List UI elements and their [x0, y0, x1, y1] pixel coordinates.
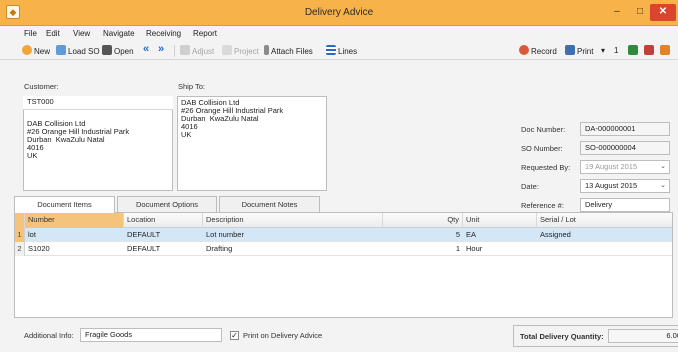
items-grid: Number Location Description Qty Unit Ser…	[14, 212, 673, 318]
date-label: Date:	[521, 182, 539, 191]
project-button[interactable]: Project	[222, 45, 259, 57]
project-icon	[222, 45, 232, 55]
chevron-down-icon[interactable]: ⌄	[660, 180, 666, 192]
menu-bar: File Edit View Navigate Receiving Report	[0, 26, 678, 42]
cell-number[interactable]: S1020	[25, 242, 124, 256]
previous-button[interactable]: «	[143, 43, 149, 55]
menu-report[interactable]: Report	[193, 29, 217, 38]
next-button[interactable]: »	[158, 43, 164, 55]
column-location[interactable]: Location	[124, 213, 203, 228]
paperclip-icon	[264, 45, 269, 55]
reference-label: Reference #:	[521, 201, 564, 210]
excel-icon	[628, 45, 638, 55]
cell-serial-lot[interactable]: Assigned	[537, 228, 672, 242]
date-field[interactable]: 13 August 2015 ⌄	[580, 179, 670, 193]
grid-header: Number Location Description Qty Unit Ser…	[15, 213, 672, 228]
record-icon	[519, 45, 529, 55]
additional-info-label: Additional Info:	[24, 331, 74, 340]
cell-location[interactable]: DEFAULT	[124, 228, 203, 242]
title-bar: ◆ Delivery Advice – □ ✕	[0, 0, 678, 26]
total-quantity-label: Total Delivery Quantity:	[520, 332, 604, 341]
cell-qty[interactable]: 5	[383, 228, 463, 242]
lines-icon	[326, 45, 336, 55]
adjust-button[interactable]: Adjust	[180, 45, 214, 57]
toolbar: New Load SO Open « » Adjust Project Atta…	[0, 42, 678, 60]
export-icon	[660, 45, 670, 55]
open-button[interactable]: Open	[102, 45, 134, 57]
ship-to-address[interactable]: DAB Collision Ltd #26 Orange Hill Indust…	[181, 99, 283, 139]
print-copies[interactable]: 1	[614, 45, 618, 57]
table-row[interactable]: 2 S1020 DEFAULT Drafting 1 Hour	[15, 242, 672, 256]
reference-field[interactable]: Delivery	[580, 198, 670, 212]
cell-location[interactable]: DEFAULT	[124, 242, 203, 256]
menu-edit[interactable]: Edit	[46, 29, 60, 38]
requested-by-field[interactable]: 19 August 2015 ⌄	[580, 160, 670, 174]
cell-description[interactable]: Drafting	[203, 242, 383, 256]
attach-files-button[interactable]: Attach Files	[264, 45, 313, 57]
binoculars-icon	[102, 45, 112, 55]
print-on-delivery-checkbox[interactable]: ✓	[230, 331, 239, 340]
column-description[interactable]: Description	[203, 213, 383, 228]
customer-code-field[interactable]: TST000	[23, 96, 173, 110]
word-icon	[644, 45, 654, 55]
minimize-button[interactable]: –	[606, 4, 628, 21]
cell-number[interactable]: lot	[25, 228, 124, 242]
column-number[interactable]: Number	[25, 213, 124, 228]
chevron-down-icon[interactable]: ⌄	[660, 161, 666, 173]
load-icon	[56, 45, 66, 55]
menu-file[interactable]: File	[24, 29, 37, 38]
print-on-delivery-label: Print on Delivery Advice	[243, 331, 323, 340]
cell-qty[interactable]: 1	[383, 242, 463, 256]
tab-document-items[interactable]: Document Items	[14, 196, 115, 213]
total-quantity-field: 6.00	[608, 329, 678, 343]
requested-by-label: Requested By:	[521, 163, 571, 172]
menu-receiving[interactable]: Receiving	[146, 29, 181, 38]
new-button[interactable]: New	[22, 45, 50, 57]
lines-button[interactable]: Lines	[326, 45, 357, 57]
menu-view[interactable]: View	[73, 29, 90, 38]
customer-address[interactable]: DAB Collision Ltd #26 Orange Hill Indust…	[27, 120, 129, 160]
close-button[interactable]: ✕	[650, 4, 676, 21]
cell-unit[interactable]: Hour	[463, 242, 537, 256]
tab-document-options[interactable]: Document Options	[117, 196, 217, 212]
row-number: 1	[15, 228, 25, 242]
word-button[interactable]	[644, 45, 656, 57]
column-qty[interactable]: Qty	[383, 213, 463, 228]
so-number-field: SO-000000004	[580, 141, 670, 155]
new-icon	[22, 45, 32, 55]
cell-serial-lot[interactable]	[537, 242, 672, 256]
row-header-corner	[15, 213, 25, 228]
table-row[interactable]: 1 lot DEFAULT Lot number 5 EA Assigned	[15, 228, 672, 242]
window-title: Delivery Advice	[304, 7, 374, 18]
record-button[interactable]: Record	[519, 45, 557, 57]
total-panel: Total Delivery Quantity: 6.00	[513, 325, 678, 347]
toolbar-separator	[174, 45, 175, 57]
row-number: 2	[15, 242, 25, 256]
adjust-icon	[180, 45, 190, 55]
printer-icon	[565, 45, 575, 55]
cell-description[interactable]: Lot number	[203, 228, 383, 242]
customer-label: Customer:	[24, 82, 59, 91]
load-so-button[interactable]: Load SO	[56, 45, 100, 57]
so-number-label: SO Number:	[521, 144, 563, 153]
ship-to-label: Ship To:	[178, 82, 205, 91]
column-unit[interactable]: Unit	[463, 213, 537, 228]
doc-number-field: DA-000000001	[580, 122, 670, 136]
export-button[interactable]	[660, 45, 672, 57]
tab-document-notes[interactable]: Document Notes	[219, 196, 320, 212]
additional-info-field[interactable]: Fragile Goods	[80, 328, 222, 342]
excel-button[interactable]	[628, 45, 640, 57]
column-serial-lot[interactable]: Serial / Lot	[537, 213, 672, 228]
menu-navigate[interactable]: Navigate	[103, 29, 135, 38]
doc-number-label: Doc Number:	[521, 125, 566, 134]
cell-unit[interactable]: EA	[463, 228, 537, 242]
print-button[interactable]: Print	[565, 45, 593, 57]
maximize-button[interactable]: □	[629, 4, 651, 21]
print-dropdown[interactable]: ▾	[601, 45, 605, 57]
footer-bar: Additional Info: Fragile Goods ✓ Print o…	[14, 322, 678, 348]
